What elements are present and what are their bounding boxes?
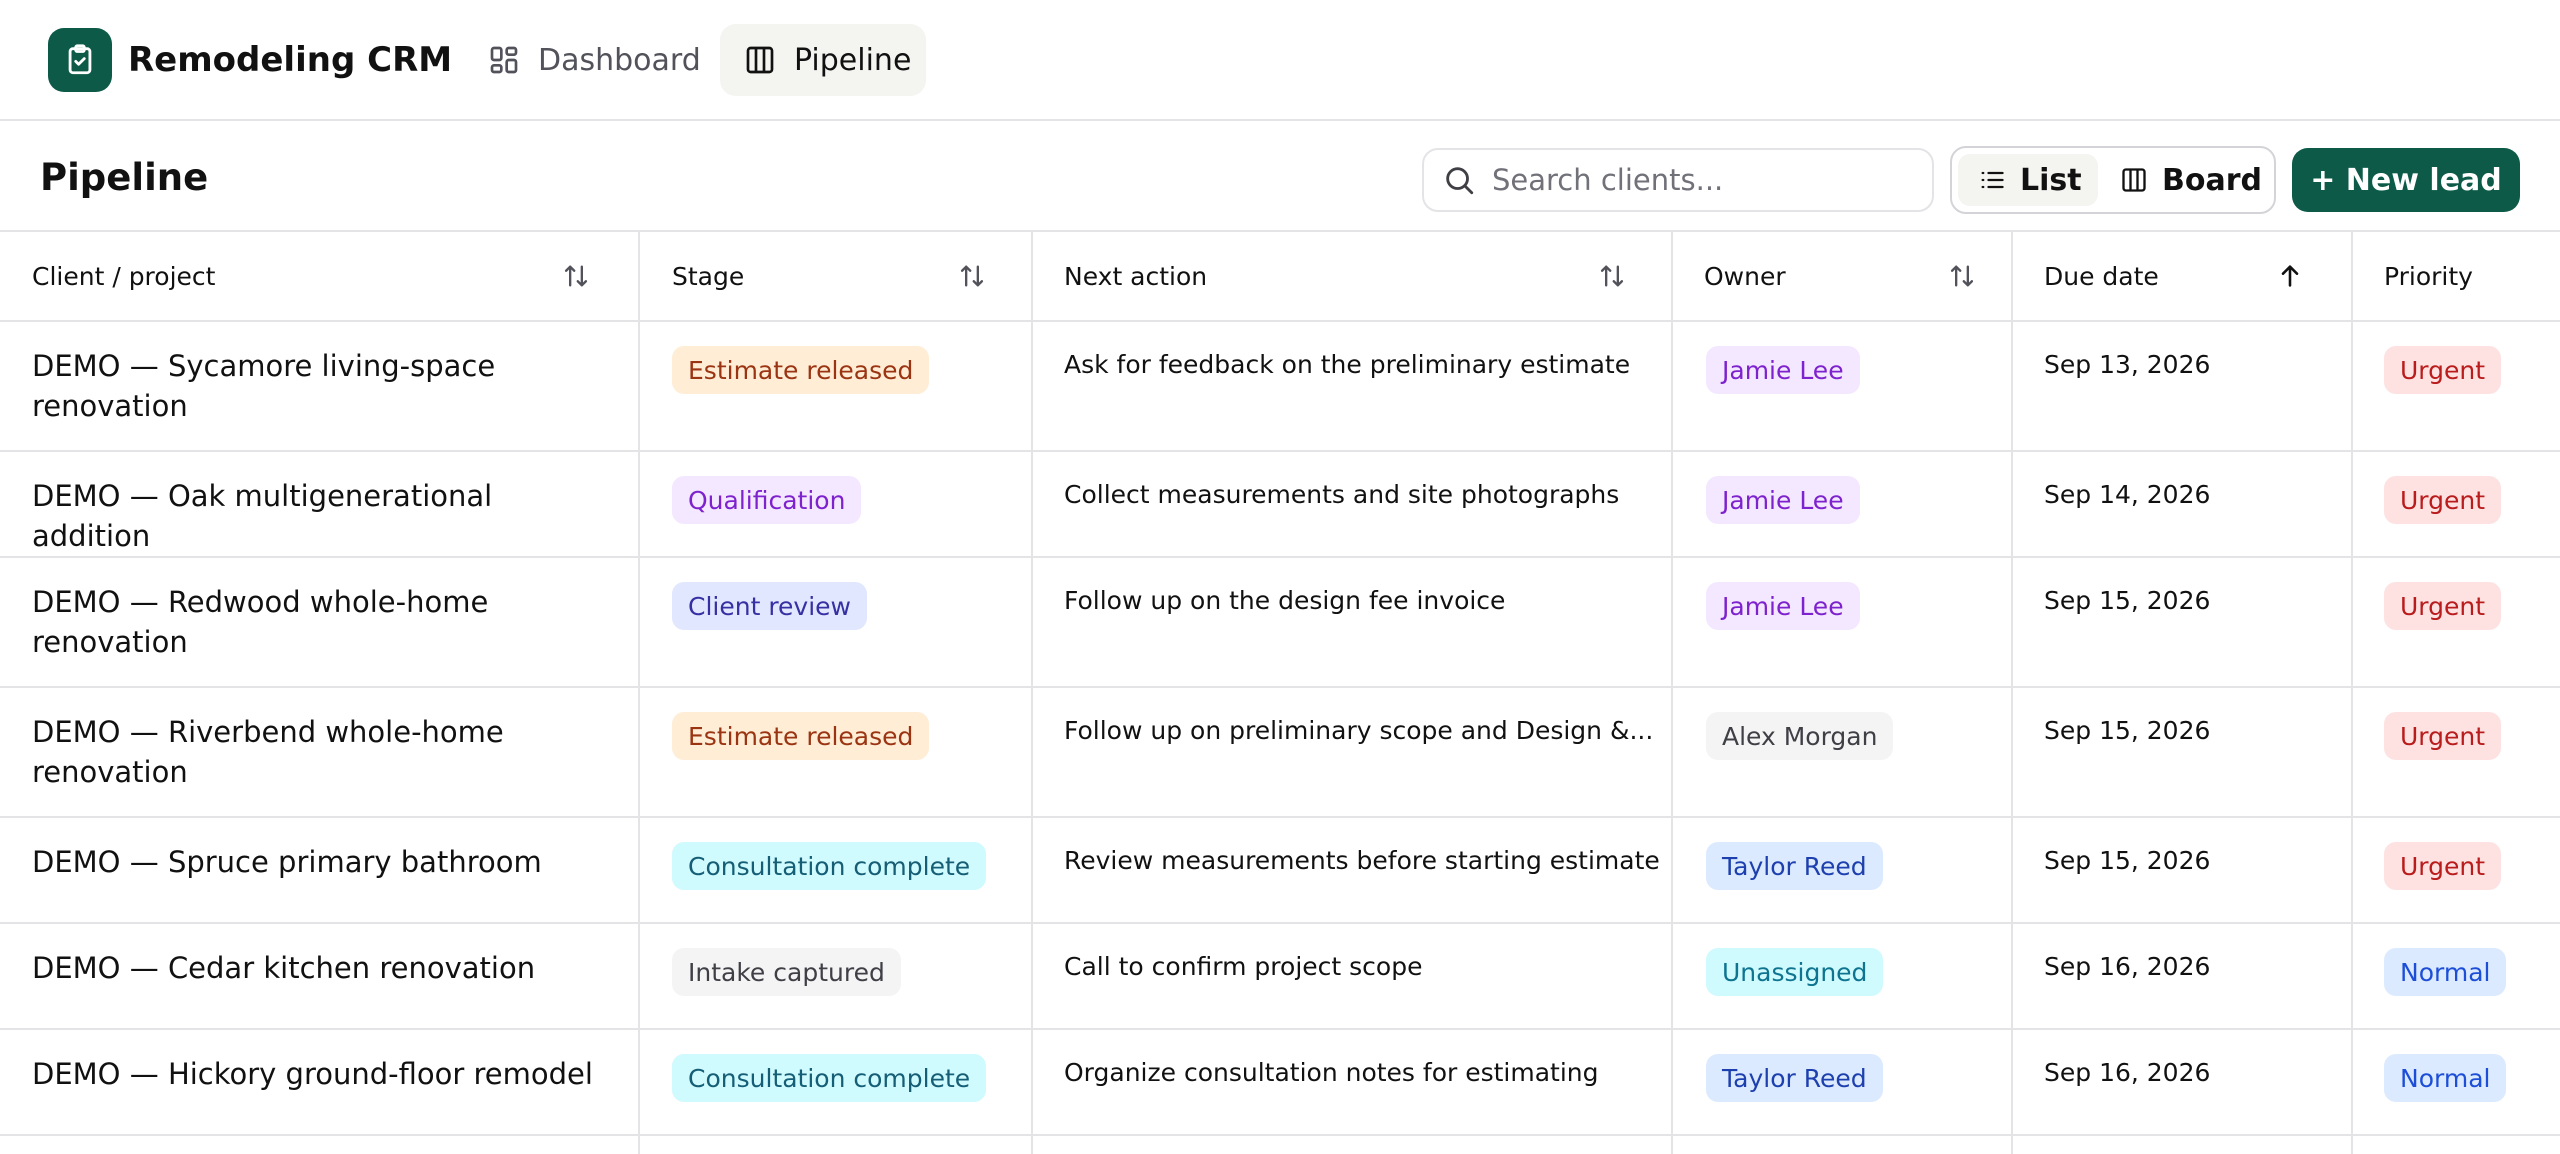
board-view-button[interactable]: Board [2110, 154, 2270, 206]
due-date-text: Sep 16, 2026 [2044, 1058, 2211, 1087]
page-title: Pipeline [40, 156, 209, 199]
sort-icon[interactable] [562, 262, 590, 290]
priority-badge: Urgent [2384, 476, 2502, 524]
table-row[interactable]: DEMO — Spruce primary bathroom Consultat… [0, 818, 2560, 924]
stage-badge: Intake captured [672, 948, 901, 996]
nav-pipeline-label: Pipeline [794, 42, 912, 78]
table-row[interactable]: DEMO — Cedar kitchen renovation Intake c… [0, 924, 2560, 1030]
column-header-label: Client / project [32, 261, 216, 291]
sort-icon[interactable] [1948, 262, 1976, 290]
owner-badge: Unassigned [1706, 948, 1884, 996]
sort-icon[interactable] [1598, 262, 1626, 290]
priority-badge: Normal [2384, 1054, 2507, 1102]
owner-badge: Taylor Reed [1706, 842, 1883, 890]
due-date-text: Sep 16, 2026 [2044, 952, 2211, 981]
column-header-label: Next action [1064, 261, 1208, 291]
due-date-text: Sep 13, 2026 [2044, 350, 2211, 379]
next-action-text: Call to confirm project scope [1064, 952, 1423, 981]
table-row[interactable]: DEMO — Oak multigenerational addition Qu… [0, 452, 2560, 558]
priority-badge: Normal [2384, 948, 2507, 996]
client-project-name[interactable]: DEMO — Riverbend whole-home renovation [32, 712, 612, 792]
columns-icon [744, 44, 776, 76]
clipboard-check-icon[interactable] [48, 28, 112, 92]
columns-icon [2120, 166, 2148, 194]
owner-badge: Taylor Reed [1706, 1054, 1883, 1102]
client-project-name[interactable]: DEMO — Cedar kitchen renovation [32, 948, 612, 988]
top-nav: Remodeling CRM Dashboard Pipeline [0, 0, 2560, 121]
column-header-next-action[interactable]: Next action [1064, 232, 1634, 320]
nav-pipeline[interactable]: Pipeline [720, 24, 926, 96]
due-date-text: Sep 15, 2026 [2044, 716, 2211, 745]
board-view-label: Board [2162, 162, 2262, 198]
column-header-priority[interactable]: Priority [2384, 232, 2554, 320]
next-action-text: Follow up on the design fee invoice [1064, 586, 1506, 615]
client-project-name[interactable]: DEMO — Oak multigenerational addition [32, 476, 612, 556]
table-header: Client / project Stage Next action Owner… [0, 232, 2560, 322]
table-row[interactable]: DEMO — Redwood whole-home renovation Cli… [0, 558, 2560, 688]
next-action-text: Review measurements before starting esti… [1064, 846, 1660, 875]
due-date-text: Sep 15, 2026 [2044, 846, 2211, 875]
app-name[interactable]: Remodeling CRM [128, 36, 452, 84]
due-date-text: Sep 14, 2026 [2044, 480, 2211, 509]
client-project-name[interactable]: DEMO — Spruce primary bathroom [32, 842, 612, 882]
list-view-button[interactable]: List [1958, 154, 2098, 206]
column-header-due-date[interactable]: Due date [2044, 232, 2334, 320]
search-icon [1442, 163, 1476, 197]
column-header-label: Owner [1704, 261, 1786, 291]
priority-badge: Urgent [2384, 346, 2502, 394]
table-row[interactable]: DEMO — Sycamore living-space renovation … [0, 322, 2560, 452]
stage-badge: Client review [672, 582, 868, 630]
column-header-owner[interactable]: Owner [1704, 232, 1994, 320]
search-input[interactable] [1492, 163, 1912, 197]
stage-badge: Estimate released [672, 346, 930, 394]
column-header-client[interactable]: Client / project [32, 232, 592, 320]
next-action-text: Collect measurements and site photograph… [1064, 480, 1620, 509]
owner-badge: Jamie Lee [1706, 582, 1860, 630]
new-lead-button[interactable]: + New lead [2292, 148, 2520, 212]
next-action-text: Organize consultation notes for estimati… [1064, 1058, 1599, 1087]
owner-badge: Jamie Lee [1706, 346, 1860, 394]
priority-badge: Urgent [2384, 712, 2502, 760]
arrow-up-icon[interactable] [2276, 262, 2304, 290]
column-header-label: Due date [2044, 261, 2159, 291]
column-header-label: Priority [2384, 261, 2473, 291]
next-action-text: Follow up on preliminary scope and Desig… [1064, 716, 1654, 745]
dashboard-grid-icon [488, 44, 520, 76]
sort-icon[interactable] [958, 262, 986, 290]
stage-badge: Consultation complete [672, 842, 987, 890]
list-view-label: List [2020, 162, 2082, 198]
view-toggle: List Board [1950, 146, 2276, 214]
priority-badge: Urgent [2384, 842, 2502, 890]
nav-dashboard[interactable]: Dashboard [472, 24, 704, 96]
column-header-label: Stage [672, 261, 745, 291]
stage-badge: Estimate released [672, 712, 930, 760]
table-row[interactable]: DEMO — Riverbend whole-home renovation E… [0, 688, 2560, 818]
column-header-stage[interactable]: Stage [672, 232, 992, 320]
table-row[interactable]: DEMO — Hickory ground-floor remodel Cons… [0, 1030, 2560, 1136]
next-action-text: Ask for feedback on the preliminary esti… [1064, 350, 1631, 379]
due-date-text: Sep 15, 2026 [2044, 586, 2211, 615]
stage-badge: Consultation complete [672, 1054, 987, 1102]
client-project-name[interactable]: DEMO — Hickory ground-floor remodel [32, 1054, 612, 1094]
owner-badge: Jamie Lee [1706, 476, 1860, 524]
owner-badge: Alex Morgan [1706, 712, 1894, 760]
client-project-name[interactable]: DEMO — Sycamore living-space renovation [32, 346, 612, 426]
list-icon [1978, 166, 2006, 194]
search-box[interactable] [1422, 148, 1934, 212]
client-project-name[interactable]: DEMO — Redwood whole-home renovation [32, 582, 612, 662]
priority-badge: Urgent [2384, 582, 2502, 630]
stage-badge: Qualification [672, 476, 862, 524]
nav-dashboard-label: Dashboard [538, 42, 701, 78]
